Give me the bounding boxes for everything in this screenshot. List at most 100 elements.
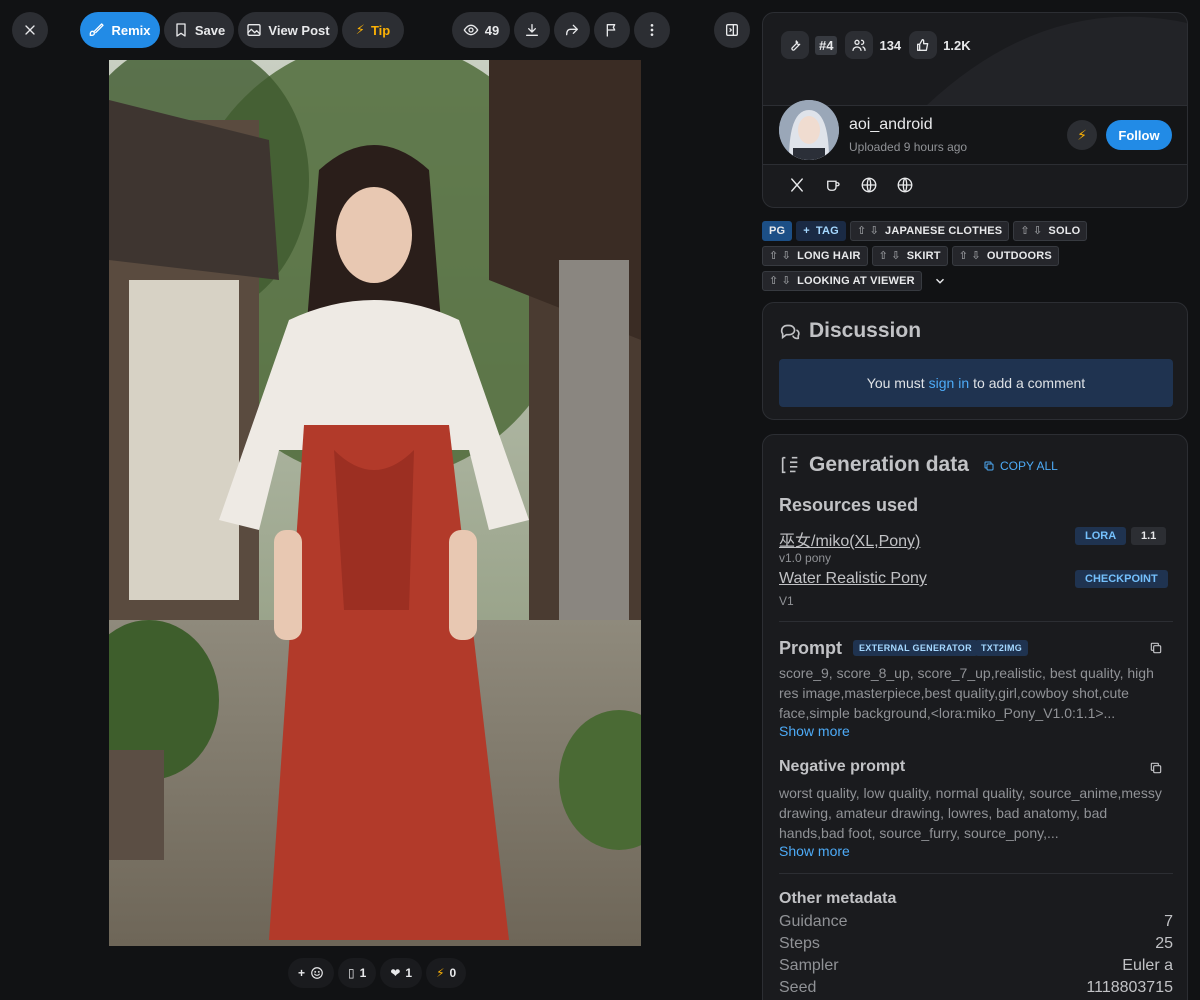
resource-type-badge: CHECKPOINT [1075,570,1168,588]
reaction-emoji[interactable]: ▯ 1 [338,958,377,988]
generated-image[interactable] [109,60,641,946]
copy-all-button[interactable]: COPY ALL [983,459,1058,473]
bolt-icon: ⚡ [355,22,365,37]
negative-prompt-text: worst quality, low quality, normal quali… [779,785,1162,841]
chevron-down-icon[interactable] [932,273,948,289]
brush-icon [90,23,105,36]
users-icon [845,31,874,59]
add-reaction-button[interactable]: + [288,958,335,988]
meta-row-sampler: Sampler Euler a [779,957,1173,974]
tag-item[interactable]: ⇧ ⇩ LONG HAIR [762,245,868,266]
vote-arrows-icon[interactable]: ⇧ ⇩ [769,274,791,287]
tag-item[interactable]: ⇧ ⇩ SOLO [1013,220,1088,241]
resource-type-badge: LORA [1075,527,1127,545]
emoji-placeholder-icon: ▯ [348,966,355,980]
tip-button[interactable]: ⚡ Tip [342,12,404,48]
add-tag-button[interactable]: + TAG [796,220,846,241]
generation-data-card: Generation data COPY ALL Resources used … [762,434,1188,1000]
image-viewer: Remix Save View Post ⚡ Tip 49 + ▯ 1 ❤ 1 … [0,0,750,1000]
other-metadata-heading: Other metadata [779,890,897,907]
report-button[interactable] [594,12,630,48]
vote-arrows-icon[interactable]: ⇧ ⇩ [1020,224,1042,237]
follow-button[interactable]: Follow [1106,120,1172,150]
copy-prompt-button[interactable] [1149,641,1165,657]
save-button[interactable]: Save [164,12,234,48]
toggle-sidebar-button[interactable] [714,12,750,48]
image-illustration [109,60,641,946]
eye-icon [463,24,479,36]
resource-link[interactable]: Water Realistic Pony [779,570,927,588]
copy-negative-prompt-button[interactable] [1149,761,1165,777]
creator-row: aoi_android Uploaded 9 hours ago ⚡ Follo… [763,100,1187,165]
view-post-button[interactable]: View Post [238,12,338,48]
prompt-badge: EXTERNAL GENERATOR [853,640,978,656]
dots-vertical-icon [650,24,654,36]
resources-heading: Resources used [779,495,919,515]
creator-stats: #4 134 1.2K [781,31,971,59]
globe-icon[interactable] [859,175,879,195]
photo-icon [247,24,262,36]
resource-weight-badge: 1.1 [1131,527,1167,545]
card-background-shape [927,16,1187,105]
social-links [787,175,915,195]
download-button[interactable] [514,12,550,48]
meta-row-seed: Seed 1118803715 [779,979,1173,996]
resource-version: V1 [779,594,794,608]
more-options-button[interactable] [634,12,670,48]
metadata-icon [781,456,798,474]
avatar[interactable] [779,100,839,160]
upload-time: Uploaded 9 hours ago [849,140,968,154]
bolt-icon: ⚡ [1077,126,1087,143]
copy-icon [1150,762,1162,774]
negative-prompt-heading: Negative prompt [779,758,906,775]
resource-version: v1.0 pony [779,551,832,565]
avatar-illustration [779,100,839,160]
prompt-text: score_9, score_8_up, score_7_up,realisti… [779,665,1154,721]
chat-bubbles-icon [780,324,800,340]
discussion-title: Discussion [779,319,921,343]
rank-stat: #4 [781,31,838,59]
vote-arrows-icon[interactable]: ⇧ ⇩ [959,249,981,262]
bookmark-icon [176,23,186,37]
flag-icon [606,24,616,37]
tag-item[interactable]: ⇧ ⇩ OUTDOORS [951,245,1059,266]
reaction-buzz[interactable]: ⚡ 0 [426,958,467,988]
vote-arrows-icon[interactable]: ⇧ ⇩ [879,249,901,262]
smile-icon [311,967,323,979]
section-divider [779,873,1173,874]
plus-icon: + [803,224,810,237]
globe-icon[interactable] [895,175,915,195]
x-twitter-icon[interactable] [787,175,807,195]
thumbs-up-icon [909,31,938,59]
meta-row-steps: Steps 25 [779,935,1173,952]
viewer-toolbar: Remix Save View Post ⚡ Tip 49 [0,12,750,48]
sign-in-link[interactable]: sign in [929,375,969,391]
show-more-prompt[interactable]: Show more [779,723,850,739]
share-icon [566,24,578,36]
close-button[interactable] [12,12,48,48]
copy-icon [984,461,994,471]
coffee-icon[interactable] [823,175,843,195]
tag-list: PG + TAG ⇧ ⇩ JAPANESE CLOTHES ⇧ ⇩ SOLO ⇧ ⇩ L… [762,220,1188,295]
vote-arrows-icon[interactable]: ⇧ ⇩ [769,249,791,262]
show-more-negative[interactable]: Show more [779,843,850,859]
plus-icon: + [298,966,306,980]
tag-item[interactable]: ⇧ ⇩ LOOKING AT VIEWER [762,270,922,291]
discussion-card: Discussion You must sign in to add a com… [762,302,1188,420]
download-icon [526,24,538,36]
tag-item[interactable]: ⇧ ⇩ SKIRT [871,245,948,266]
creator-name[interactable]: aoi_android [849,116,933,134]
prompt-badge: TXT2IMG [975,640,1029,656]
vote-arrows-icon[interactable]: ⇧ ⇩ [857,224,879,237]
views-counter: 49 [452,12,510,48]
tip-creator-button[interactable]: ⚡ [1067,120,1097,150]
share-button[interactable] [554,12,590,48]
prompt-heading: Prompt [779,638,842,658]
close-icon [25,25,35,35]
meta-row-guidance: Guidance 7 [779,913,1173,930]
remix-button[interactable]: Remix [80,12,160,48]
tag-item[interactable]: ⇧ ⇩ JAPANESE CLOTHES [849,220,1010,241]
wrench-icon [781,31,809,59]
resource-link[interactable]: 巫女/miko(XL,Pony) [779,527,920,551]
reaction-heart[interactable]: ❤ 1 [380,958,423,988]
